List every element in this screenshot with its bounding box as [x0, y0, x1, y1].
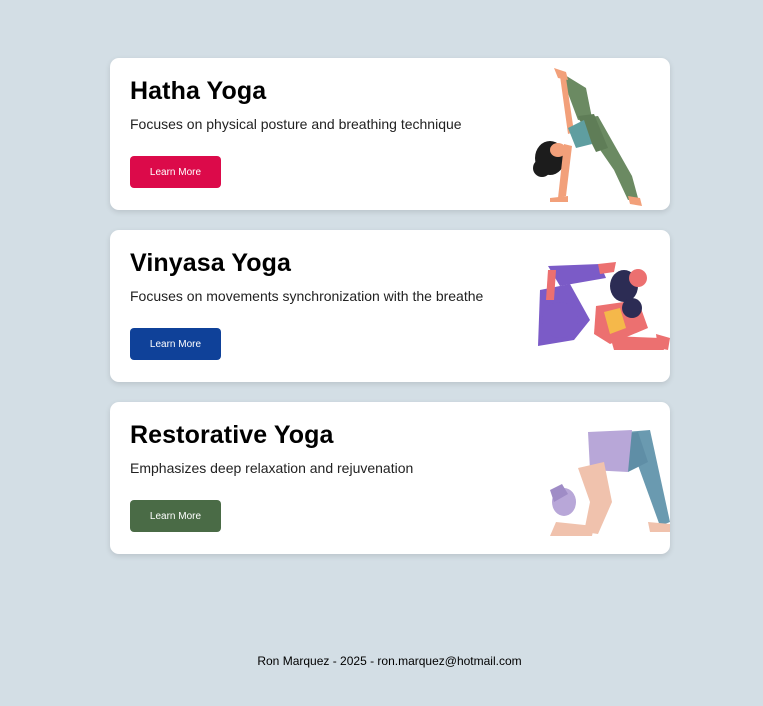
vinyasa-yoga-illustration: [538, 262, 670, 350]
learn-more-button[interactable]: Learn More: [130, 328, 221, 360]
footer-credit: Ron Marquez - 2025 - ron.marquez@hotmail…: [257, 654, 522, 668]
vinyasa-yoga-card: Vinyasa Yoga Focuses on movements synchr…: [110, 230, 670, 382]
yoga-card-list: Hatha Yoga Focuses on physical posture a…: [110, 58, 670, 574]
card-title: Hatha Yoga: [130, 77, 267, 105]
restorative-yoga-illustration: [550, 430, 670, 536]
card-description: Emphasizes deep relaxation and rejuvenat…: [130, 460, 414, 476]
learn-more-button[interactable]: Learn More: [130, 156, 221, 188]
learn-more-button[interactable]: Learn More: [130, 500, 221, 532]
card-title: Restorative Yoga: [130, 421, 334, 449]
card-description: Focuses on movements synchronization wit…: [130, 288, 484, 304]
hatha-yoga-illustration: [533, 68, 642, 206]
card-title: Vinyasa Yoga: [130, 249, 292, 277]
card-description: Focuses on physical posture and breathin…: [130, 116, 462, 132]
hatha-yoga-card: Hatha Yoga Focuses on physical posture a…: [110, 58, 670, 210]
restorative-yoga-card: Restorative Yoga Emphasizes deep relaxat…: [110, 402, 670, 554]
